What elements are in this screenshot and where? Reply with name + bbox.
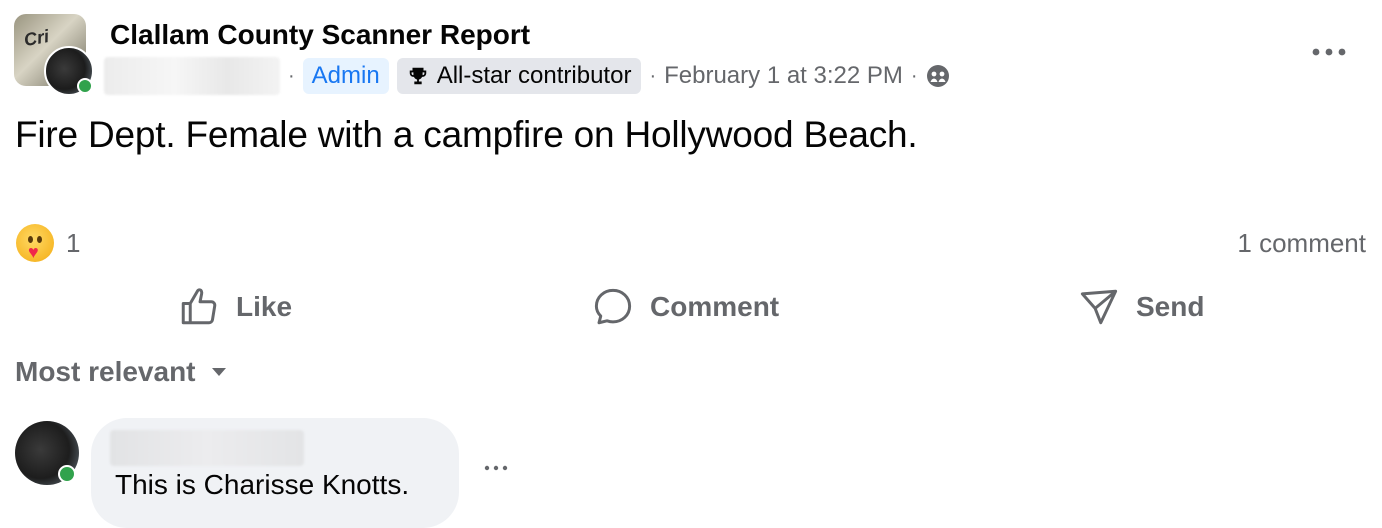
group-avatar-text: Cri [22, 25, 51, 51]
meta-separator: · [910, 64, 918, 87]
commenter-online-indicator [58, 465, 76, 483]
comment-count-link[interactable]: 1 comment [1237, 228, 1366, 259]
like-label: Like [236, 291, 293, 322]
all-star-contributor-badge[interactable]: All-star contributor [396, 58, 642, 94]
send-button[interactable]: Send [1078, 280, 1204, 334]
meta-separator: · [649, 64, 657, 87]
comment-button[interactable]: Comment [592, 280, 779, 334]
thumbs-up-icon [181, 288, 217, 325]
contributor-badge-label: All-star contributor [436, 62, 632, 89]
commenter-name-redacted[interactable] [110, 430, 304, 466]
reaction-summary[interactable]: ♥ 1 [16, 224, 80, 262]
comment-sort-dropdown[interactable]: Most relevant [15, 356, 228, 388]
sort-label: Most relevant [15, 356, 196, 387]
author-name-redacted[interactable] [104, 57, 280, 95]
like-button[interactable]: Like [178, 280, 292, 334]
caret-down-icon [211, 368, 226, 376]
send-icon [1080, 289, 1118, 325]
reaction-count: 1 [66, 227, 81, 258]
comment-bubble-icon [594, 288, 632, 325]
group-audience-icon[interactable] [926, 64, 950, 88]
trophy-icon [409, 67, 426, 85]
admin-badge[interactable]: Admin [302, 58, 389, 94]
meta-separator: · [288, 64, 295, 87]
send-label: Send [1136, 291, 1205, 322]
post-body-text: Fire Dept. Female with a campfire on Hol… [15, 114, 918, 155]
care-reaction-icon: ♥ [16, 224, 54, 262]
comment-label: Comment [650, 291, 780, 322]
post-meta-row: · Admin All-star contributor · February … [104, 56, 950, 96]
comment-text: This is Charisse Knotts. [115, 469, 410, 500]
author-online-indicator [77, 78, 93, 94]
more-options-icon[interactable] [1306, 40, 1352, 64]
comment-options-icon[interactable] [482, 458, 510, 478]
post-timestamp[interactable]: February 1 at 3:22 PM [664, 62, 903, 90]
group-name-link[interactable]: Clallam County Scanner Report [110, 19, 530, 51]
